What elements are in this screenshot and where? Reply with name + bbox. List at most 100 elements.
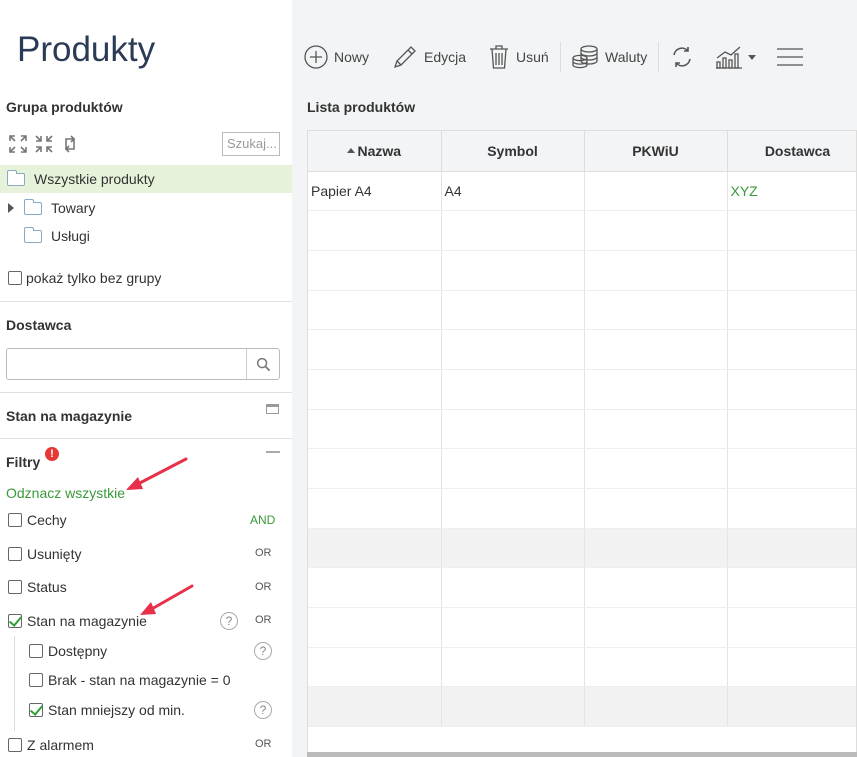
- chart-icon: [716, 46, 742, 69]
- filter-out-of-stock[interactable]: Brak - stan na magazynie = 0: [29, 672, 231, 688]
- divider: [0, 438, 292, 439]
- table-row-empty: [308, 369, 856, 410]
- table-row-empty: [308, 528, 856, 569]
- currencies-button-label: Waluty: [605, 49, 648, 65]
- expand-all-icon[interactable]: [8, 134, 28, 154]
- stock-section-title: Stan na magazynie: [6, 408, 133, 424]
- table-row-empty: [308, 290, 856, 331]
- folder-icon: [24, 226, 42, 243]
- folder-icon: [7, 169, 25, 186]
- folder-icon: [24, 198, 42, 215]
- horizontal-scrollbar[interactable]: [307, 752, 857, 757]
- product-grid: Nazwa Symbol PKWiU Dostawca Papier A4 A4…: [307, 130, 857, 757]
- filter-label: Stan mniejszy od min.: [48, 702, 185, 718]
- help-icon[interactable]: ?: [220, 612, 238, 630]
- checkbox[interactable]: [8, 513, 22, 527]
- page-title: Produkty: [17, 30, 156, 69]
- checkbox-checked[interactable]: [29, 703, 43, 717]
- filter-label: Usunięty: [27, 546, 82, 562]
- filter-label: Z alarmem: [27, 737, 94, 753]
- cell-supplier: XYZ: [727, 171, 856, 212]
- toolbar-separator: [560, 42, 561, 72]
- dropdown-caret-icon: [748, 54, 756, 60]
- filter-label: Status: [27, 579, 67, 595]
- checkbox[interactable]: [8, 738, 22, 752]
- help-icon[interactable]: ?: [254, 701, 272, 719]
- menu-button[interactable]: [776, 30, 804, 84]
- checkbox-checked[interactable]: [8, 614, 22, 628]
- tree-item-all-products[interactable]: Wszystkie produkty: [0, 165, 292, 193]
- panel-expand-icon[interactable]: [266, 404, 279, 414]
- filter-operator[interactable]: OR: [255, 581, 272, 593]
- refresh-button[interactable]: [670, 30, 694, 84]
- checkbox[interactable]: [29, 673, 43, 687]
- filter-status[interactable]: Status: [8, 579, 67, 595]
- new-button[interactable]: Nowy: [304, 30, 369, 84]
- filter-available[interactable]: Dostępny: [29, 643, 107, 659]
- table-row-empty: [308, 448, 856, 489]
- filter-operator[interactable]: OR: [255, 614, 272, 626]
- filter-stock[interactable]: Stan na magazynie: [8, 613, 147, 629]
- filter-operator[interactable]: AND: [250, 513, 275, 527]
- chart-menu-button[interactable]: [714, 30, 756, 84]
- help-icon[interactable]: ?: [254, 642, 272, 660]
- table-row[interactable]: Papier A4 A4 XYZ: [308, 171, 856, 212]
- caret-right-icon[interactable]: [8, 203, 14, 213]
- table-row-empty: [308, 647, 856, 688]
- filter-alarm[interactable]: Z alarmem: [8, 737, 94, 753]
- filter-label: Cechy: [27, 512, 67, 528]
- table-row-empty: [308, 329, 856, 370]
- toolbar-separator: [658, 42, 659, 72]
- plus-circle-icon: [304, 45, 328, 69]
- group-search-input[interactable]: Szukaj...: [222, 132, 280, 156]
- coins-icon: [572, 45, 598, 69]
- sort-ascending-icon: [347, 147, 356, 153]
- left-panel: Produkty Grupa produktów Szukaj... Wszys…: [0, 0, 292, 757]
- product-list-title: Lista produktów: [307, 99, 416, 115]
- cell-name: Papier A4: [308, 171, 442, 212]
- group-section-title: Grupa produktów: [6, 99, 123, 115]
- only-without-group-checkbox[interactable]: pokaż tylko bez grupy: [8, 270, 161, 286]
- filter-operator[interactable]: OR: [255, 547, 272, 559]
- hamburger-menu-icon: [777, 48, 803, 66]
- tree-item-goods[interactable]: Towary: [0, 194, 292, 222]
- deselect-all-link[interactable]: Odznacz wszystkie: [6, 485, 125, 501]
- supplier-search-field[interactable]: [6, 348, 280, 380]
- filter-deleted[interactable]: Usunięty: [8, 546, 81, 562]
- column-header-pkwiu[interactable]: PKWiU: [584, 131, 728, 172]
- tree-guide-line: [14, 636, 15, 731]
- filter-operator[interactable]: OR: [255, 738, 272, 750]
- tree-tools: [8, 134, 80, 154]
- tree-item-label: Towary: [51, 200, 96, 216]
- grid-header-row: Nazwa Symbol PKWiU Dostawca: [308, 131, 856, 172]
- search-button[interactable]: [246, 349, 279, 379]
- refresh-icon: [673, 47, 691, 67]
- checkbox[interactable]: [8, 580, 22, 594]
- column-header-supplier[interactable]: Dostawca: [727, 131, 856, 172]
- column-header-symbol[interactable]: Symbol: [441, 131, 585, 172]
- filter-features[interactable]: Cechy: [8, 512, 67, 528]
- panel-collapse-icon[interactable]: [266, 451, 280, 453]
- filter-below-min[interactable]: Stan mniejszy od min.: [29, 702, 185, 718]
- filter-label: Dostępny: [48, 643, 108, 659]
- search-icon: [256, 357, 270, 371]
- collapse-all-icon[interactable]: [34, 134, 54, 154]
- filter-label: Brak - stan na magazynie = 0: [48, 672, 231, 688]
- filters-title: Filtry: [6, 454, 41, 470]
- refresh-tree-icon[interactable]: [60, 134, 80, 154]
- edit-button[interactable]: Edycja: [392, 30, 466, 84]
- tree-item-services[interactable]: Usługi: [0, 222, 292, 250]
- currencies-button[interactable]: Waluty: [571, 30, 647, 84]
- trash-icon: [490, 45, 508, 69]
- cell-symbol: A4: [441, 171, 585, 212]
- tree-item-label: Usługi: [51, 228, 90, 244]
- checkbox[interactable]: [8, 271, 22, 285]
- checkbox[interactable]: [29, 644, 43, 658]
- delete-button[interactable]: Usuń: [488, 30, 549, 84]
- table-row-empty: [308, 607, 856, 648]
- column-header-name[interactable]: Nazwa: [308, 131, 442, 172]
- table-row-empty: [308, 210, 856, 251]
- checkbox[interactable]: [8, 547, 22, 561]
- table-row-empty: [308, 488, 856, 529]
- divider: [0, 392, 292, 393]
